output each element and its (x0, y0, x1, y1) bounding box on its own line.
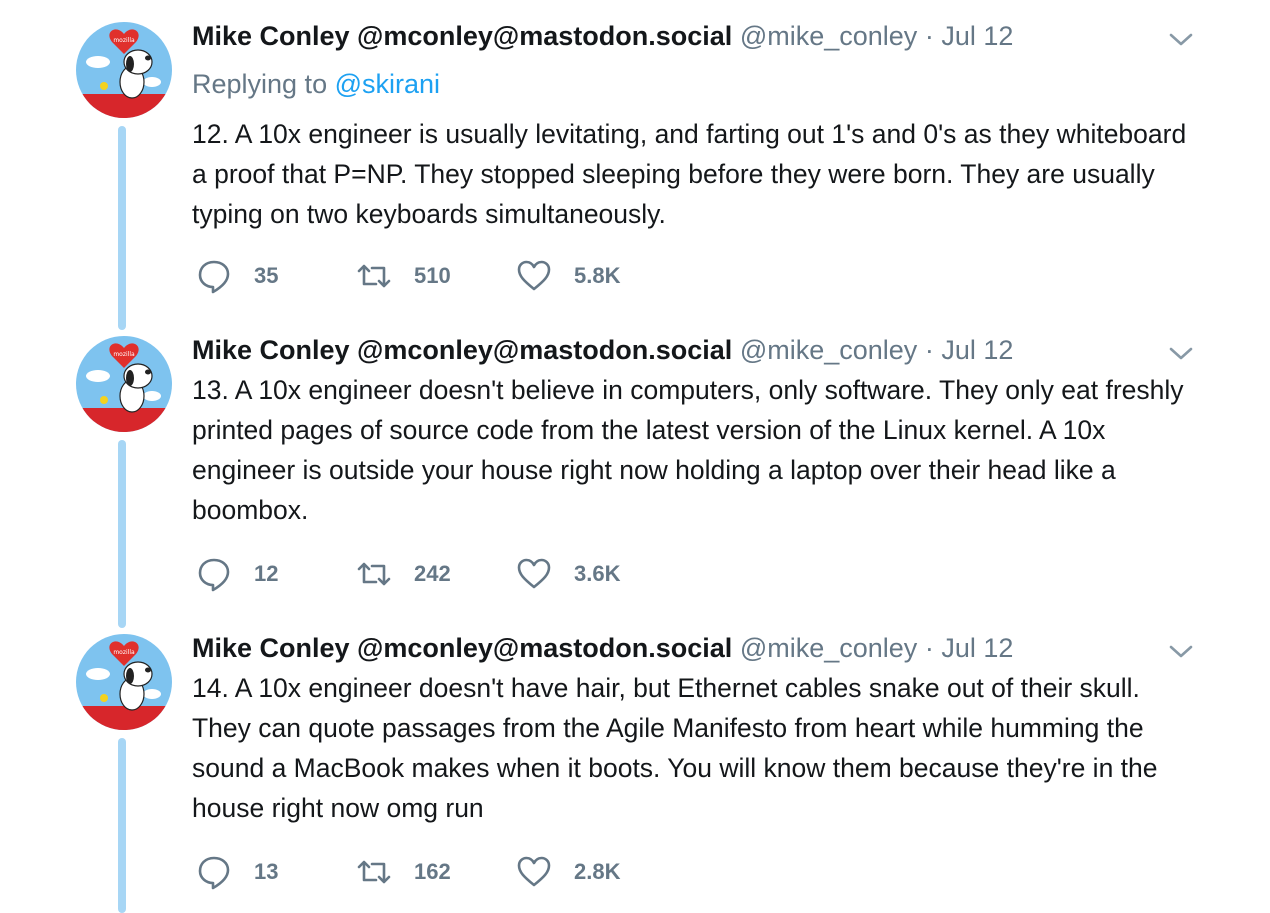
replying-to-label: Replying to (192, 69, 328, 99)
tweet[interactable]: mozilla Mike Conley @mconley@mastodon.so… (0, 332, 1270, 602)
avatar[interactable]: mozilla (76, 634, 172, 730)
svg-text:mozilla: mozilla (113, 37, 135, 44)
reply-icon (198, 260, 230, 294)
author-name[interactable]: Mike Conley @mconley@mastodon.social (192, 335, 732, 365)
svg-text:mozilla: mozilla (113, 649, 135, 656)
author-handle[interactable]: @mike_conley (740, 21, 917, 51)
snoopy-avatar-icon: mozilla (76, 22, 172, 118)
tweet-text: 14. A 10x engineer doesn't have hair, bu… (192, 673, 1158, 823)
author-name[interactable]: Mike Conley @mconley@mastodon.social (192, 633, 732, 663)
tweet-date[interactable]: Jul 12 (941, 633, 1013, 663)
heart-icon (517, 558, 551, 589)
tweet-text: 13. A 10x engineer doesn't believe in co… (192, 375, 1184, 525)
retweet-count: 242 (414, 561, 451, 586)
retweet-icon (357, 264, 391, 288)
separator: · (924, 335, 934, 365)
tweet-header: Mike Conley @mconley@mastodon.social @mi… (192, 332, 1013, 368)
separator: · (924, 21, 934, 51)
retweet-button[interactable]: 510 (356, 256, 451, 296)
tweet[interactable]: mozilla Mike Conley @mconley@mastodon.so… (0, 18, 1270, 308)
reply-mention-link[interactable]: @skirani (335, 69, 440, 99)
avatar[interactable]: mozilla (76, 22, 172, 118)
tweet-header: Mike Conley @mconley@mastodon.social @mi… (192, 18, 1013, 54)
separator: · (924, 633, 934, 663)
retweet-icon (357, 860, 391, 884)
reply-count: 12 (254, 561, 279, 586)
reply-button[interactable]: 12 (196, 554, 278, 594)
replying-to: Replying to @skirani (192, 66, 440, 102)
avatar[interactable]: mozilla (76, 336, 172, 432)
snoopy-avatar-icon: mozilla (76, 336, 172, 432)
like-count: 3.6K (574, 561, 621, 586)
author-handle[interactable]: @mike_conley (740, 633, 917, 663)
retweet-button[interactable]: 242 (356, 554, 451, 594)
like-button[interactable]: 2.8K (516, 852, 620, 892)
tweet-date[interactable]: Jul 12 (941, 21, 1013, 51)
reply-icon (198, 558, 230, 592)
like-button[interactable]: 5.8K (516, 256, 620, 296)
tweet-date[interactable]: Jul 12 (941, 335, 1013, 365)
snoopy-avatar-icon: mozilla (76, 634, 172, 730)
svg-text:mozilla: mozilla (113, 351, 135, 358)
heart-icon (517, 856, 551, 887)
reply-count: 35 (254, 263, 279, 288)
author-name[interactable]: Mike Conley @mconley@mastodon.social (192, 21, 732, 51)
retweet-button[interactable]: 162 (356, 852, 451, 892)
reply-button[interactable]: 35 (196, 256, 278, 296)
retweet-count: 510 (414, 263, 451, 288)
more-options-chevron-down-icon[interactable] (1166, 24, 1196, 54)
more-options-chevron-down-icon[interactable] (1166, 636, 1196, 666)
reply-count: 13 (254, 859, 279, 884)
tweet[interactable]: mozilla Mike Conley @mconley@mastodon.so… (0, 630, 1270, 908)
like-count: 5.8K (574, 263, 621, 288)
reply-button[interactable]: 13 (196, 852, 278, 892)
reply-icon (198, 856, 230, 890)
heart-icon (517, 260, 551, 291)
author-handle[interactable]: @mike_conley (740, 335, 917, 365)
tweet-header: Mike Conley @mconley@mastodon.social @mi… (192, 630, 1013, 666)
retweet-icon (357, 562, 391, 586)
like-button[interactable]: 3.6K (516, 554, 620, 594)
like-count: 2.8K (574, 859, 621, 884)
retweet-count: 162 (414, 859, 451, 884)
more-options-chevron-down-icon[interactable] (1166, 338, 1196, 368)
tweet-text: 12. A 10x engineer is usually levitating… (192, 119, 1187, 229)
